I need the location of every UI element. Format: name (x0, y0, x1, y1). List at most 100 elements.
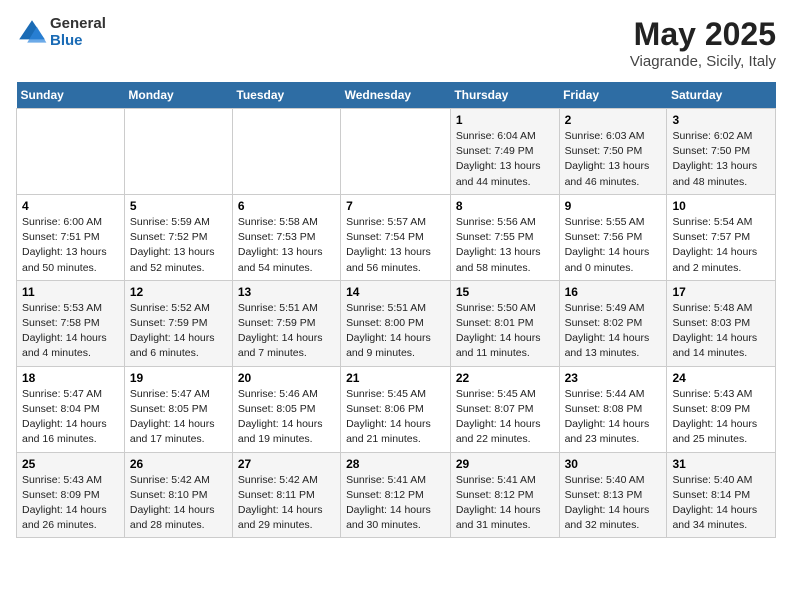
day-info: Sunrise: 5:44 AM Sunset: 8:08 PM Dayligh… (565, 387, 662, 448)
day-info: Sunrise: 6:03 AM Sunset: 7:50 PM Dayligh… (565, 129, 662, 190)
day-number: 5 (130, 199, 227, 213)
day-number: 6 (238, 199, 335, 213)
calendar-cell: 15Sunrise: 5:50 AM Sunset: 8:01 PM Dayli… (450, 280, 559, 366)
day-number: 18 (22, 371, 119, 385)
calendar-cell: 2 Sunrise: 6:03 AM Sunset: 7:50 PM Daylig… (559, 109, 667, 195)
day-number: 11 (22, 285, 119, 299)
logo-general: General (50, 16, 106, 33)
calendar-cell: 17 Sunrise: 5:48 AM Sunset: 8:03 PM Dayli… (667, 280, 776, 366)
day-number: 13 (238, 285, 335, 299)
day-info: Sunrise: 5:41 AM Sunset: 8:12 PM Dayligh… (346, 473, 445, 534)
day-number: 30 (565, 457, 662, 471)
calendar-cell: 13 Sunrise: 5:51 AM Sunset: 7:59 PM Dayli… (232, 280, 340, 366)
calendar-week-row: 4 Sunrise: 6:00 AM Sunset: 7:51 PM Daylig… (17, 194, 776, 280)
day-of-week-header: Tuesday (232, 82, 340, 109)
day-info: Sunrise: 5:58 AM Sunset: 7:53 PM Dayligh… (238, 215, 335, 276)
calendar-cell (341, 109, 451, 195)
day-info: Sunrise: 5:47 AM Sunset: 8:04 PM Dayligh… (22, 387, 119, 448)
day-info: Sunrise: 6:02 AM Sunset: 7:50 PM Dayligh… (672, 129, 770, 190)
day-info: Sunrise: 5:56 AM Sunset: 7:55 PM Dayligh… (456, 215, 554, 276)
day-of-week-header: Sunday (17, 82, 125, 109)
day-number: 9 (565, 199, 662, 213)
day-info: Sunrise: 5:51 AM Sunset: 7:59 PM Dayligh… (238, 301, 335, 362)
day-number: 22 (456, 371, 554, 385)
calendar-week-row: 25Sunrise: 5:43 AM Sunset: 8:09 PM Dayli… (17, 452, 776, 538)
day-info: Sunrise: 6:04 AM Sunset: 7:49 PM Dayligh… (456, 129, 554, 190)
day-of-week-header: Wednesday (341, 82, 451, 109)
day-info: Sunrise: 5:51 AM Sunset: 8:00 PM Dayligh… (346, 301, 445, 362)
day-info: Sunrise: 5:49 AM Sunset: 8:02 PM Dayligh… (565, 301, 662, 362)
calendar-cell: 27Sunrise: 5:42 AM Sunset: 8:11 PM Dayli… (232, 452, 340, 538)
logo: General Blue (16, 16, 106, 49)
calendar-cell: 5 Sunrise: 5:59 AM Sunset: 7:52 PM Daylig… (124, 194, 232, 280)
calendar-cell: 21Sunrise: 5:45 AM Sunset: 8:06 PM Dayli… (341, 366, 451, 452)
calendar-cell: 29Sunrise: 5:41 AM Sunset: 8:12 PM Dayli… (450, 452, 559, 538)
day-info: Sunrise: 6:00 AM Sunset: 7:51 PM Dayligh… (22, 215, 119, 276)
calendar-cell (124, 109, 232, 195)
day-number: 4 (22, 199, 119, 213)
day-info: Sunrise: 5:42 AM Sunset: 8:11 PM Dayligh… (238, 473, 335, 534)
calendar-cell: 31 Sunrise: 5:40 AM Sunset: 8:14 PM Dayli… (667, 452, 776, 538)
day-info: Sunrise: 5:53 AM Sunset: 7:58 PM Dayligh… (22, 301, 119, 362)
day-number: 15 (456, 285, 554, 299)
day-number: 24 (672, 371, 770, 385)
day-number: 12 (130, 285, 227, 299)
calendar-week-row: 1 Sunrise: 6:04 AM Sunset: 7:49 PM Daylig… (17, 109, 776, 195)
location: Viagrande, Sicily, Italy (630, 53, 776, 70)
calendar-cell: 14 Sunrise: 5:51 AM Sunset: 8:00 PM Dayli… (341, 280, 451, 366)
day-number: 28 (346, 457, 445, 471)
calendar-cell: 3 Sunrise: 6:02 AM Sunset: 7:50 PM Daylig… (667, 109, 776, 195)
day-number: 19 (130, 371, 227, 385)
day-of-week-header: Monday (124, 82, 232, 109)
calendar-cell: 1 Sunrise: 6:04 AM Sunset: 7:49 PM Daylig… (450, 109, 559, 195)
calendar-cell: 7Sunrise: 5:57 AM Sunset: 7:54 PM Daylig… (341, 194, 451, 280)
calendar-cell: 25Sunrise: 5:43 AM Sunset: 8:09 PM Dayli… (17, 452, 125, 538)
calendar-cell: 23 Sunrise: 5:44 AM Sunset: 8:08 PM Dayli… (559, 366, 667, 452)
day-number: 31 (672, 457, 770, 471)
day-number: 14 (346, 285, 445, 299)
day-of-week-header: Saturday (667, 82, 776, 109)
day-number: 1 (456, 113, 554, 127)
day-number: 20 (238, 371, 335, 385)
day-info: Sunrise: 5:54 AM Sunset: 7:57 PM Dayligh… (672, 215, 770, 276)
day-info: Sunrise: 5:59 AM Sunset: 7:52 PM Dayligh… (130, 215, 227, 276)
day-number: 21 (346, 371, 445, 385)
calendar-cell: 9 Sunrise: 5:55 AM Sunset: 7:56 PM Daylig… (559, 194, 667, 280)
day-number: 2 (565, 113, 662, 127)
day-info: Sunrise: 5:55 AM Sunset: 7:56 PM Dayligh… (565, 215, 662, 276)
day-number: 3 (672, 113, 770, 127)
day-info: Sunrise: 5:48 AM Sunset: 8:03 PM Dayligh… (672, 301, 770, 362)
calendar-cell: 30 Sunrise: 5:40 AM Sunset: 8:13 PM Dayli… (559, 452, 667, 538)
day-info: Sunrise: 5:42 AM Sunset: 8:10 PM Dayligh… (130, 473, 227, 534)
day-number: 16 (565, 285, 662, 299)
day-info: Sunrise: 5:52 AM Sunset: 7:59 PM Dayligh… (130, 301, 227, 362)
day-info: Sunrise: 5:40 AM Sunset: 8:14 PM Dayligh… (672, 473, 770, 534)
day-number: 29 (456, 457, 554, 471)
calendar-cell: 12 Sunrise: 5:52 AM Sunset: 7:59 PM Dayli… (124, 280, 232, 366)
calendar-cell: 26 Sunrise: 5:42 AM Sunset: 8:10 PM Dayli… (124, 452, 232, 538)
calendar-week-row: 18 Sunrise: 5:47 AM Sunset: 8:04 PM Dayli… (17, 366, 776, 452)
logo-blue: Blue (50, 33, 106, 50)
day-number: 10 (672, 199, 770, 213)
calendar-header-row: SundayMondayTuesdayWednesdayThursdayFrid… (17, 82, 776, 109)
month-title: May 2025 (630, 16, 776, 53)
calendar-cell: 20 Sunrise: 5:46 AM Sunset: 8:05 PM Dayli… (232, 366, 340, 452)
calendar-cell (17, 109, 125, 195)
calendar-cell: 6 Sunrise: 5:58 AM Sunset: 7:53 PM Daylig… (232, 194, 340, 280)
day-number: 8 (456, 199, 554, 213)
day-of-week-header: Friday (559, 82, 667, 109)
calendar-table: SundayMondayTuesdayWednesdayThursdayFrid… (16, 82, 776, 538)
calendar-cell: 4 Sunrise: 6:00 AM Sunset: 7:51 PM Daylig… (17, 194, 125, 280)
calendar-week-row: 11 Sunrise: 5:53 AM Sunset: 7:58 PM Dayli… (17, 280, 776, 366)
day-number: 26 (130, 457, 227, 471)
day-info: Sunrise: 5:46 AM Sunset: 8:05 PM Dayligh… (238, 387, 335, 448)
day-number: 23 (565, 371, 662, 385)
calendar-cell: 11 Sunrise: 5:53 AM Sunset: 7:58 PM Dayli… (17, 280, 125, 366)
calendar-cell: 8 Sunrise: 5:56 AM Sunset: 7:55 PM Daylig… (450, 194, 559, 280)
calendar-cell: 28 Sunrise: 5:41 AM Sunset: 8:12 PM Dayli… (341, 452, 451, 538)
day-info: Sunrise: 5:40 AM Sunset: 8:13 PM Dayligh… (565, 473, 662, 534)
day-info: Sunrise: 5:43 AM Sunset: 8:09 PM Dayligh… (672, 387, 770, 448)
day-info: Sunrise: 5:47 AM Sunset: 8:05 PM Dayligh… (130, 387, 227, 448)
calendar-cell: 19 Sunrise: 5:47 AM Sunset: 8:05 PM Dayli… (124, 366, 232, 452)
day-number: 17 (672, 285, 770, 299)
